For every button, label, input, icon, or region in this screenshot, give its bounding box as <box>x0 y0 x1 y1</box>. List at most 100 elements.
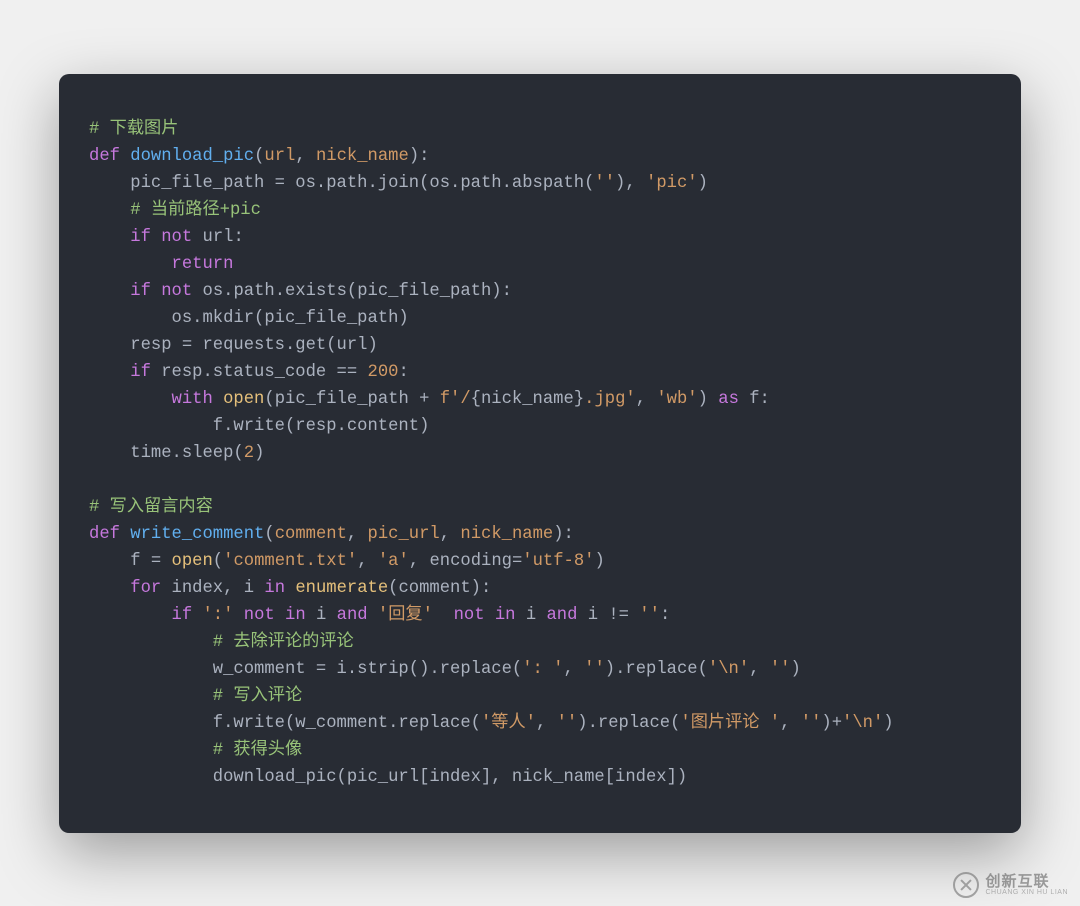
code-token: 2 <box>244 444 254 463</box>
code-token: '' <box>801 714 822 733</box>
code-token: and <box>546 606 577 625</box>
code-token: 'wb' <box>656 390 697 409</box>
code-token: 200 <box>368 363 399 382</box>
code-line: # 去除评论的评论 <box>89 633 354 652</box>
code-token: i <box>516 606 547 625</box>
code-token: ( <box>254 147 264 166</box>
code-line: f = open('comment.txt', 'a', encoding='u… <box>89 552 605 571</box>
code-token: download_pic <box>130 147 254 166</box>
code-token: # 下载图片 <box>89 120 178 139</box>
code-token: # 当前路径+pic <box>130 201 261 220</box>
code-token <box>368 606 378 625</box>
code-token: ) <box>698 390 719 409</box>
code-token: def <box>89 525 120 544</box>
code-token: write_comment <box>130 525 264 544</box>
code-token: , encoding= <box>409 552 522 571</box>
code-token: f = <box>130 552 171 571</box>
code-token: # 去除评论的评论 <box>213 633 354 652</box>
code-token: '' <box>584 660 605 679</box>
code-token: .jpg' <box>584 390 636 409</box>
watermark-cn: 创新互联 <box>985 874 1068 889</box>
code-line: download_pic(pic_url[index], nick_name[i… <box>89 768 687 787</box>
code-token <box>120 147 130 166</box>
code-line: if ':' not in i and '回复' not in i and i … <box>89 606 670 625</box>
code-line: w_comment = i.strip().replace(': ', '').… <box>89 660 801 679</box>
watermark: 创新互联 CHUANG XIN HU LIAN <box>953 872 1068 898</box>
code-token: ).replace( <box>605 660 708 679</box>
code-token: ): <box>553 525 574 544</box>
code-token: ) <box>254 444 264 463</box>
code-line: def write_comment(comment, pic_url, nick… <box>89 525 574 544</box>
code-token: ( <box>264 525 274 544</box>
code-token: ': ' <box>522 660 563 679</box>
code-token: f.write(w_comment.replace( <box>213 714 481 733</box>
code-token: return <box>172 255 234 274</box>
code-token: {nick_name} <box>471 390 584 409</box>
code-token: nick_name <box>460 525 553 544</box>
code-token: open <box>172 552 213 571</box>
code-line: resp = requests.get(url) <box>89 336 378 355</box>
code-token: enumerate <box>295 579 388 598</box>
code-token <box>192 606 202 625</box>
code-token: '等人' <box>481 714 536 733</box>
code-token: ':' <box>202 606 233 625</box>
code-token: comment <box>275 525 347 544</box>
code-token: 'comment.txt' <box>223 552 357 571</box>
code-token: not <box>244 606 275 625</box>
code-token: if <box>130 228 151 247</box>
code-token: not <box>454 606 485 625</box>
code-line: if not os.path.exists(pic_file_path): <box>89 282 512 301</box>
code-token: 'utf-8' <box>522 552 594 571</box>
code-token: not <box>161 228 192 247</box>
code-token: in <box>285 606 306 625</box>
code-token: '' <box>770 660 791 679</box>
code-token: f: <box>739 390 770 409</box>
code-token: pic_url <box>368 525 440 544</box>
code-token: i <box>306 606 337 625</box>
code-token: # 写入评论 <box>213 687 302 706</box>
code-token: open <box>223 390 264 409</box>
code-line: # 写入留言内容 <box>89 498 213 517</box>
code-token: , <box>563 660 584 679</box>
code-token <box>120 525 130 544</box>
code-token: ), <box>615 174 646 193</box>
code-token: nick_name <box>316 147 409 166</box>
code-token: ) <box>594 552 604 571</box>
code-token: if <box>130 363 151 382</box>
code-line: f.write(w_comment.replace('等人', '').repl… <box>89 714 894 733</box>
code-line: for index, i in enumerate(comment): <box>89 579 491 598</box>
code-token: '图片评论 ' <box>680 714 780 733</box>
code-token: '回复' <box>378 606 433 625</box>
code-line: # 写入评论 <box>89 687 302 706</box>
code-line: return <box>89 255 233 274</box>
code-token: if <box>172 606 193 625</box>
code-token: index, i <box>161 579 264 598</box>
code-token: i != <box>577 606 639 625</box>
code-line: with open(pic_file_path + f'/{nick_name}… <box>89 390 770 409</box>
code-token <box>213 390 223 409</box>
code-token <box>285 579 295 598</box>
code-token: time.sleep( <box>130 444 243 463</box>
code-token <box>485 606 495 625</box>
code-token: # 写入留言内容 <box>89 498 213 517</box>
code-token: # 获得头像 <box>213 741 302 760</box>
code-token: with <box>172 390 213 409</box>
code-token: download_pic(pic_url[index], nick_name[i… <box>213 768 687 787</box>
code-token: ) <box>698 174 708 193</box>
code-token: in <box>264 579 285 598</box>
code-token <box>151 282 161 301</box>
code-token: , <box>347 525 368 544</box>
code-token: '\n' <box>708 660 749 679</box>
code-token: if <box>130 282 151 301</box>
code-token: def <box>89 147 120 166</box>
code-token: , <box>440 525 461 544</box>
code-token: '' <box>557 714 578 733</box>
code-token: resp = requests.get(url) <box>130 336 378 355</box>
code-token: os.path.exists(pic_file_path): <box>192 282 512 301</box>
code-token: , <box>749 660 770 679</box>
code-token: and <box>337 606 368 625</box>
code-token: resp.status_code == <box>151 363 368 382</box>
code-token: '' <box>594 174 615 193</box>
code-token <box>233 606 243 625</box>
code-token: : <box>660 606 670 625</box>
